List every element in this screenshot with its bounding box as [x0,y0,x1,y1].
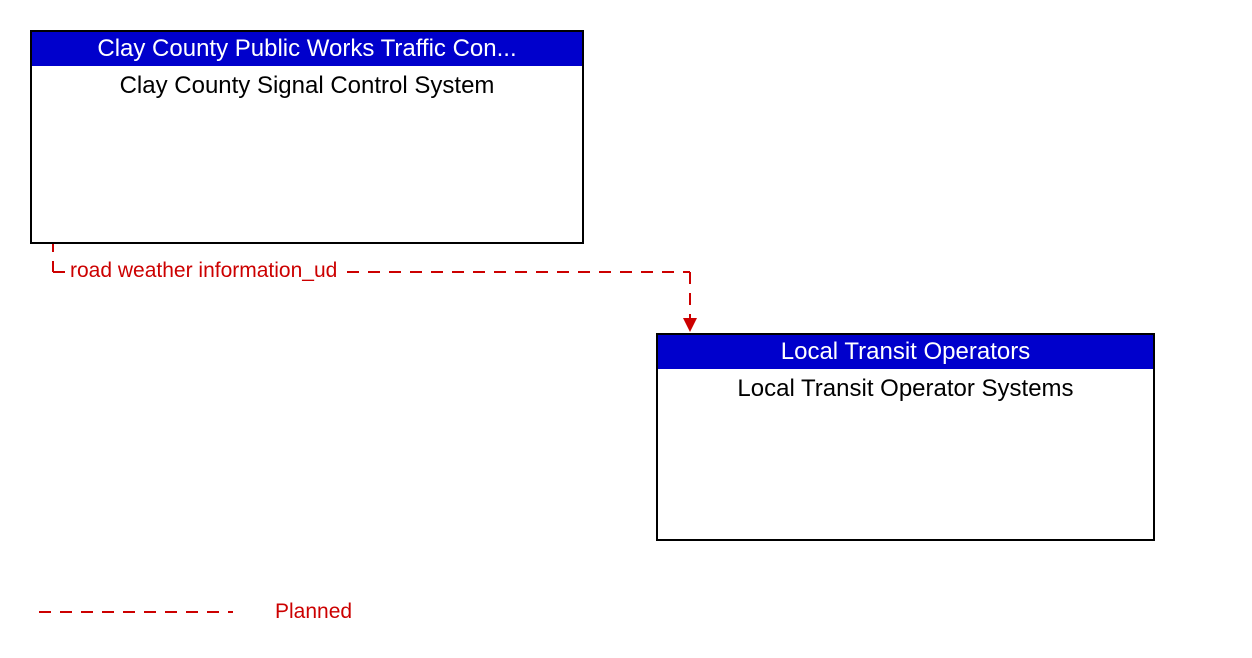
target-box-header: Local Transit Operators [658,335,1153,369]
target-box: Local Transit Operators Local Transit Op… [656,333,1155,541]
source-box-body: Clay County Signal Control System [32,66,582,246]
flow-label: road weather information_ud [68,259,339,283]
target-box-body: Local Transit Operator Systems [658,369,1153,543]
source-box-header: Clay County Public Works Traffic Con... [32,32,582,66]
legend-label: Planned [275,600,352,624]
source-box: Clay County Public Works Traffic Con... … [30,30,584,244]
